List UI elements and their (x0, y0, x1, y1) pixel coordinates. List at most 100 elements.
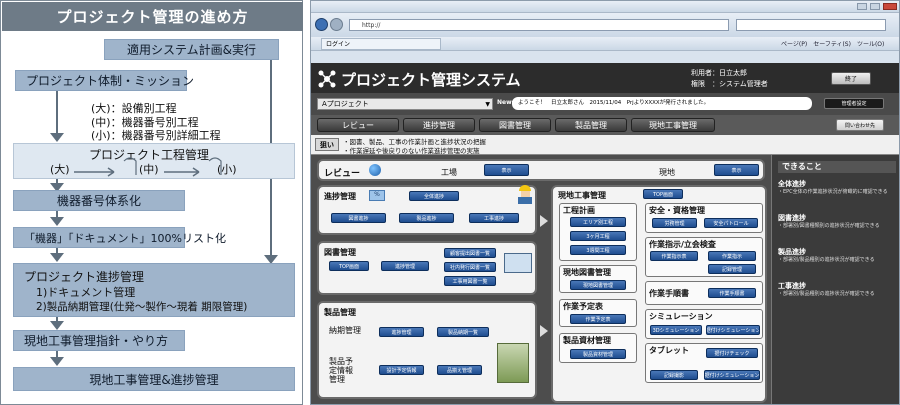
flow-apply-system: 適用システム計画&実行 (104, 39, 279, 60)
arrow-head (50, 217, 64, 226)
project-select[interactable]: Aプロジェクト ▼ (317, 98, 493, 110)
window-controls (857, 3, 897, 10)
simulation-group: シミュレーション 3Dシミュレーション 据付けシミュレーション (645, 309, 763, 339)
safety-menu[interactable]: セーフティ(S) (813, 39, 851, 48)
plan-label: 作業予定表 (563, 302, 603, 311)
material-label: 製品資材管理 (563, 336, 611, 345)
project-row: Aプロジェクト ▼ News ようこそ！ 日立太郎さん 2015/11/04 P… (311, 93, 899, 115)
record-mgmt-button[interactable]: 記録管理 (708, 264, 756, 274)
three-month-schedule-button[interactable]: 3ヶ月工程 (570, 231, 626, 241)
design-plan-button[interactable]: 設計予定情報 (379, 365, 424, 375)
product-progress-button[interactable]: 製品進捗 (399, 213, 454, 223)
material-group: 製品資材管理 製品資材管理 (559, 333, 637, 363)
site-docs-group: 現地図書管理 現地図書管理 (559, 265, 637, 293)
app-title: プロジェクト管理システム (341, 71, 521, 89)
docs-top-button[interactable]: TOP画面 (329, 261, 369, 271)
main-tabbar: レビュー 進捗管理 図書管理 製品管理 現地工事管理 問い合わせ先 (311, 115, 899, 135)
install-check-button[interactable]: 据付けチェック (706, 348, 758, 358)
forward-icon[interactable] (330, 18, 343, 31)
material-mgmt-button[interactable]: 製品資材管理 (570, 349, 626, 359)
tab-products[interactable]: 製品管理 (555, 118, 627, 132)
record-photo-button[interactable]: 記録撮影 (650, 370, 698, 380)
site-top-button[interactable]: TOP画面 (643, 189, 683, 199)
instruction-label: 作業指示/立会検査 (649, 240, 716, 249)
products-section: 製品管理 納期管理 進捗管理 製品納期一覧 製品予定情報管理 設計予定情報 品揃… (317, 301, 537, 399)
doc-progress-button[interactable]: 図書進捗 (331, 213, 386, 223)
aim-line-2: ・作業遅延や後戻りのない作業進捗管理の実施 (343, 147, 480, 155)
search-input[interactable] (736, 19, 886, 31)
3d-simulation-button[interactable]: 3Dシミュレーション (650, 325, 702, 335)
sidebar-title: できること (778, 161, 896, 173)
tab-review[interactable]: レビュー (317, 118, 399, 132)
products-progress-button[interactable]: 進捗管理 (379, 327, 424, 337)
overall-progress-button[interactable]: 全体進捗 (409, 191, 459, 201)
three-week-schedule-button[interactable]: 3週間工程 (570, 245, 626, 255)
flow-note-small: (小)：機器番号別詳細工程 (91, 129, 221, 142)
contact-button[interactable]: 問い合わせ先 (836, 119, 884, 131)
left-panel-title: プロジェクト管理の進め方 (2, 2, 303, 31)
arrow-head (50, 253, 64, 262)
review-label: レビュー (324, 169, 361, 179)
aim-label: 狙い (315, 138, 339, 151)
safety-patrol-button[interactable]: 安全パトロール (704, 218, 758, 228)
work-instruction-sheet-button[interactable]: 作業指示表 (650, 251, 698, 261)
work-plan-button[interactable]: 作業予定表 (570, 314, 626, 324)
install-simulation-button[interactable]: 据付けシミュレーション (706, 325, 760, 335)
tab-documents[interactable]: 図書管理 (479, 118, 551, 132)
sidebar-item: 全体進捗 ・EPC全体の作業進捗状況が俯瞰的に確認できる (778, 179, 896, 196)
procedure-button[interactable]: 作業手順書 (708, 288, 756, 298)
tab-site-construction[interactable]: 現地工事管理 (631, 118, 715, 132)
docs-progress-button[interactable]: 進捗管理 (381, 261, 429, 271)
area-schedule-button[interactable]: エリア別工程 (570, 217, 626, 227)
internal-docs-button[interactable]: 社内発行図書一覧 (444, 262, 496, 272)
back-icon[interactable] (315, 18, 328, 31)
monitor-icon (504, 253, 532, 273)
review-section: レビュー 工場 表示 現地 表示 (317, 159, 765, 181)
minimize-icon[interactable] (857, 3, 867, 10)
sidebar-item: 製品進捗 ・部署別/製品種別の進捗状況が確認できる (778, 247, 896, 264)
procedure-group: 作業手順書 作業手順書 (645, 281, 763, 305)
admin-settings-button[interactable]: 管理者設定 (824, 98, 884, 109)
construction-progress-button[interactable]: 工事進捗 (469, 213, 519, 223)
tools-menu[interactable]: ツール(O) (857, 39, 884, 48)
sidebar-item-desc: ・EPC全体の作業進捗状況が俯瞰的に確認できる (778, 189, 888, 195)
maximize-icon[interactable] (870, 3, 880, 10)
product-image (497, 343, 529, 383)
address-bar[interactable]: http:// (349, 19, 729, 31)
tablet-label: タブレット (649, 346, 689, 355)
flow-schedule-box: プロジェクト工程管理 (大) (中) (小) (13, 143, 295, 179)
browser-window: http:// ログイン ページ(P) セーフティ(S) ツール(O) プロジェ… (310, 0, 900, 405)
sidebar-item-head: 工事進捗 (778, 282, 806, 290)
site-docs-button[interactable]: 現地図書管理 (570, 280, 626, 290)
flow-list100: 「機器」「ドキュメント」100%リスト化 (13, 227, 226, 248)
worker-icon (517, 185, 533, 205)
documents-section: 図書管理 TOP画面 進捗管理 顧客提出図書一覧 社内発行図書一覧 工事用図書一… (317, 241, 537, 295)
safety-label: 安全・資格管理 (649, 206, 705, 215)
browser-commandbar: ページ(P) セーフティ(S) ツール(O) (781, 39, 884, 48)
sidebar-item-head: 図書進捗 (778, 214, 806, 222)
flow-progress-item1: 1)ドキュメント管理 (36, 286, 136, 299)
tab-progress[interactable]: 進捗管理 (403, 118, 475, 132)
construction-docs-button[interactable]: 工事用図書一覧 (444, 276, 496, 286)
lineup-button[interactable]: 品揃え管理 (437, 365, 482, 375)
work-instruction-button[interactable]: 作業指示 (708, 251, 756, 261)
page-menu[interactable]: ページ(P) (781, 39, 807, 48)
logout-button[interactable]: 終了 (831, 72, 871, 85)
browser-tab[interactable]: ログイン (321, 38, 441, 50)
factory-show-button[interactable]: 表示 (484, 164, 529, 176)
customer-docs-button[interactable]: 顧客提出図書一覧 (444, 248, 496, 258)
percent-icon: % (369, 190, 385, 201)
arrow-head (50, 357, 64, 366)
flow-progress-title: プロジェクト進捗管理 (24, 270, 145, 284)
product-delivery-list-button[interactable]: 製品納期一覧 (437, 327, 489, 337)
flow-structure: プロジェクト体制・ミッション (15, 70, 194, 91)
labor-mgmt-button[interactable]: 労務管理 (652, 218, 697, 228)
close-icon[interactable] (883, 3, 897, 10)
simulation-label: シミュレーション (649, 312, 713, 321)
plan-group: 作業予定表 作業予定表 (559, 299, 637, 327)
capabilities-sidebar: できること 全体進捗 ・EPC全体の作業進捗状況が俯瞰的に確認できる 図書進捗 … (771, 155, 899, 404)
field-show-button[interactable]: 表示 (714, 164, 759, 176)
tablet-install-sim-button[interactable]: 据付けシミュレーション (704, 370, 760, 380)
documents-label: 図書管理 (324, 248, 356, 257)
sidebar-item-head: 全体進捗 (778, 180, 806, 188)
